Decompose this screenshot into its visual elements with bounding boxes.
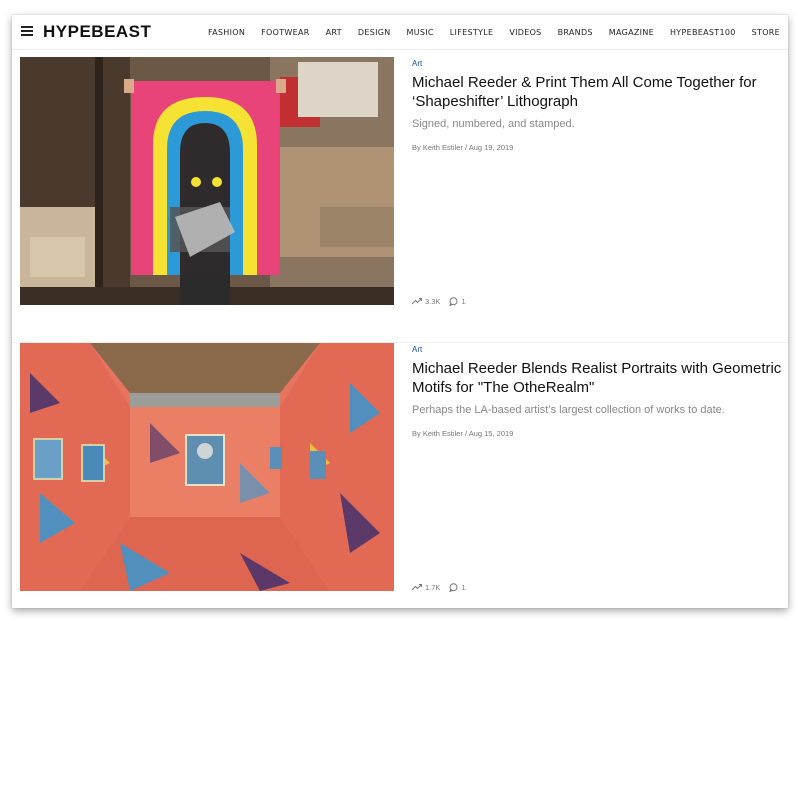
views-count: 3.3K: [425, 297, 441, 306]
article-info: Art Michael Reeder Blends Realist Portra…: [412, 343, 788, 438]
views-stat: 1.7K: [412, 583, 440, 592]
top-navbar: HYPEBEAST FASHION FOOTWEAR ART DESIGN MU…: [12, 15, 788, 50]
article-subtitle: Signed, numbered, and stamped.: [412, 118, 575, 130]
nav-fashion[interactable]: FASHION: [208, 28, 245, 37]
article-author[interactable]: By Keith Estiler: [412, 143, 463, 152]
nav-design[interactable]: DESIGN: [358, 28, 391, 37]
comments-count: 1: [461, 297, 466, 306]
nav-magazine[interactable]: MAGAZINE: [609, 28, 654, 37]
nav-brands[interactable]: BRANDS: [558, 28, 593, 37]
article-byline: By Keith Estiler / Aug 19, 2019: [412, 143, 788, 152]
article-card: Art Michael Reeder & Print Them All Come…: [12, 57, 788, 325]
browser-window: HYPEBEAST FASHION FOOTWEAR ART DESIGN MU…: [12, 15, 788, 608]
article-date: / Aug 15, 2019: [464, 429, 514, 438]
nav-footwear[interactable]: FOOTWEAR: [261, 28, 309, 37]
hamburger-icon[interactable]: [21, 26, 33, 36]
article-category[interactable]: Art: [412, 345, 788, 354]
nav-store[interactable]: STORE: [752, 28, 780, 37]
nav-hypebeast100[interactable]: HYPEBEAST100: [670, 28, 736, 37]
article-date: / Aug 19, 2019: [464, 143, 514, 152]
article-stats: 1.7K 1: [412, 583, 475, 592]
article-category[interactable]: Art: [412, 59, 788, 68]
article-title[interactable]: Michael Reeder & Print Them All Come Tog…: [412, 73, 788, 111]
nav-music[interactable]: MUSIC: [407, 28, 434, 37]
trending-icon: [412, 584, 422, 591]
comments-count: 1: [461, 583, 466, 592]
article-stats: 3.3K 1: [412, 297, 475, 306]
article-info: Art Michael Reeder & Print Them All Come…: [412, 57, 788, 152]
comments-stat[interactable]: 1: [449, 297, 466, 306]
main-nav: FASHION FOOTWEAR ART DESIGN MUSIC LIFEST…: [208, 15, 788, 49]
comment-icon: [449, 297, 458, 306]
comment-icon: [449, 583, 458, 592]
comments-stat[interactable]: 1: [449, 583, 466, 592]
article-byline: By Keith Estiler / Aug 15, 2019: [412, 429, 788, 438]
site-logo[interactable]: HYPEBEAST: [43, 22, 151, 42]
trending-icon: [412, 298, 422, 305]
nav-lifestyle[interactable]: LIFESTYLE: [450, 28, 494, 37]
article-author[interactable]: By Keith Estiler: [412, 429, 463, 438]
article-thumbnail[interactable]: [20, 57, 394, 305]
nav-art[interactable]: ART: [326, 28, 342, 37]
nav-videos[interactable]: VIDEOS: [509, 28, 541, 37]
views-stat: 3.3K: [412, 297, 440, 306]
views-count: 1.7K: [425, 583, 441, 592]
article-card: Art Michael Reeder Blends Realist Portra…: [12, 342, 788, 608]
article-title[interactable]: Michael Reeder Blends Realist Portraits …: [412, 359, 788, 397]
article-thumbnail[interactable]: [20, 343, 394, 591]
article-subtitle: Perhaps the LA-based artist’s largest co…: [412, 404, 725, 416]
